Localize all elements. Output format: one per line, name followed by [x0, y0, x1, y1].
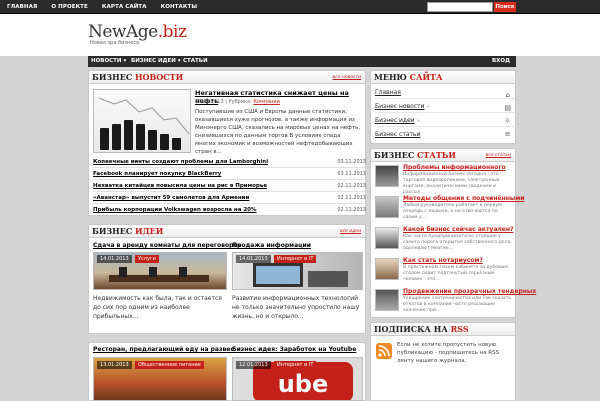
top-nav-about[interactable]: О ПРОЕКТЕ [44, 0, 95, 14]
article-item[interactable]: Какой бизнес сейчас актуален? Как часто … [375, 225, 515, 254]
rss-section-title: ПОДПИСКА НА RSS [374, 324, 469, 334]
articles-section-title: БИЗНЕС СТАТЬИ [374, 150, 456, 160]
all-ideas-link[interactable]: все идеи [340, 229, 361, 234]
article-thumbnail[interactable] [375, 258, 399, 280]
menu-news[interactable]: НОВОСТИ ▾ [91, 56, 126, 67]
top-nav-sitemap[interactable]: КАРТА САЙТА [95, 0, 154, 14]
side-menu-icons: ⌂ ▤ ☼ ≡ [504, 89, 511, 141]
business-ideas-section: БИЗНЕС ИДЕИ все идеи Сдача в аренду комн… [88, 224, 366, 334]
news-row[interactable]: Копеечные винты создают проблемы для Lam… [93, 157, 366, 168]
article-item[interactable]: Как стать нотариусом? В престижном тихом… [375, 256, 515, 285]
news-row[interactable]: Прибыль корпорации Volkswagen возросла н… [93, 205, 366, 216]
news-row[interactable]: Нехватка китайцев повысила цены на рис в… [93, 181, 366, 192]
business-news-section: БИЗНЕС НОВОСТИ все новости Негативная ст… [88, 70, 366, 216]
all-articles-link[interactable]: все статьи [486, 153, 511, 158]
oil-barrels-image[interactable] [93, 89, 191, 153]
idea-card[interactable]: Продажа информации 14.01.2013 Интернет и… [232, 242, 366, 332]
site-logo[interactable]: NewAge.biz [88, 22, 187, 42]
idea-card-category[interactable]: Интернет и IT [274, 361, 317, 369]
idea-card-category[interactable]: Интернет и IT [274, 255, 317, 263]
top-nav-links: ГЛАВНАЯ О ПРОЕКТЕ КАРТА САЙТА КОНТАКТЫ [0, 0, 204, 14]
article-excerpt: Любой руководитель работает в первую оче… [403, 203, 502, 220]
home-icon: ⌂ [505, 91, 510, 99]
side-menu-articles[interactable]: Бизнес статьи [375, 128, 515, 141]
login-link[interactable]: ВХОД [492, 56, 510, 67]
idea-card[interactable]: Ресторан, предлагающий еду на развес 13.… [93, 346, 234, 401]
featured-news-category[interactable]: Компании [253, 99, 279, 105]
idea-card-category[interactable]: Услуги [135, 255, 159, 263]
idea-card-category[interactable]: Общественное питание [135, 361, 204, 369]
business-articles-section: БИЗНЕС СТАТЬИ все статьи Проблемы информ… [370, 148, 536, 318]
top-nav-home[interactable]: ГЛАВНАЯ [0, 0, 44, 14]
rss-icon[interactable] [376, 343, 392, 359]
article-title[interactable]: Методы общения с подчинёнными [403, 195, 524, 202]
article-item[interactable]: Методы общения с подчинёнными Любой руко… [375, 194, 524, 223]
idea-card-title[interactable]: Ресторан, предлагающий еду на развес [93, 346, 234, 353]
idea-card-date: 12.01.2013 [236, 361, 271, 369]
search-button[interactable]: Поиск [494, 2, 516, 12]
idea-card-date: 14.01.2013 [97, 255, 132, 263]
business-ideas-row-2: Ресторан, предлагающий еду на развес 13.… [88, 342, 366, 401]
article-item[interactable]: Проблемы информационного Информационный … [375, 163, 515, 195]
logo-domain: .biz [157, 22, 187, 42]
articles-header: БИЗНЕС СТАТЬИ все статьи [371, 149, 515, 162]
idea-card-title[interactable]: Сдача в аренду комнаты для переговоров [93, 242, 241, 249]
main-menu-bar: НОВОСТИ ▾ БИЗНЕС ИДЕИ ▾ СТАТЬИ ВХОД [88, 56, 516, 67]
search-input[interactable] [427, 2, 493, 12]
idea-card-date: 13.01.2013 [97, 361, 132, 369]
lightbulb-icon: ☼ [504, 117, 511, 125]
rss-description: Если не хотите пропустить новую публикац… [397, 342, 500, 364]
site-menu-section: МЕНЮ САЙТА Главная Бизнес новости » Бизн… [370, 70, 516, 144]
featured-news-excerpt: Поступившие из США и Европы данные стати… [195, 109, 361, 155]
rss-subscribe-section: ПОДПИСКА НА RSS Если не хотите пропустит… [370, 322, 516, 400]
featured-news-meta: 03.11.2013 | Рубрика: Компании [195, 99, 280, 105]
menu-articles[interactable]: СТАТЬИ [183, 56, 208, 67]
article-thumbnail[interactable] [375, 165, 399, 187]
article-title[interactable]: Проблемы информационного [403, 164, 506, 171]
idea-card[interactable]: Сдача в аренду комнаты для переговоров 1… [93, 242, 241, 332]
article-title[interactable]: Как стать нотариусом? [403, 257, 483, 264]
all-news-link[interactable]: все новости [333, 75, 361, 80]
news-row[interactable]: «Аванстар» выпустит 59 самолетов для Арм… [93, 193, 366, 204]
article-title[interactable]: Продвижение прозрачных тендерных [403, 288, 536, 295]
side-menu-news[interactable]: Бизнес новости » [375, 100, 515, 113]
article-excerpt: Ухищрение злотичничества или Так сказать… [403, 296, 512, 313]
article-excerpt: Как часто предприниматели, стоящие у сам… [403, 234, 512, 251]
news-row[interactable]: Facebook планирует покупку BlackBerry 03.… [93, 169, 366, 180]
idea-card-excerpt: Развитие информационных технологий не то… [232, 295, 360, 320]
idea-card-title[interactable]: Бизнес идея: Заработок на Youtube [232, 346, 356, 353]
news-header: БИЗНЕС НОВОСТИ все новости [89, 71, 365, 84]
top-nav-contacts[interactable]: КОНТАКТЫ [154, 0, 205, 14]
article-thumbnail[interactable] [375, 227, 399, 249]
site-menu-header: МЕНЮ САЙТА [371, 71, 515, 84]
site-menu-title: МЕНЮ САЙТА [374, 72, 443, 82]
ideas-header: БИЗНЕС ИДЕИ все идеи [89, 225, 365, 238]
document-icon: ▤ [504, 104, 511, 112]
side-menu-ideas[interactable]: Бизнес идеи » [375, 114, 515, 127]
idea-card-excerpt: Недвижимость как была, так и остается до… [93, 295, 222, 320]
article-thumbnail[interactable] [375, 196, 399, 218]
svg-text:ube: ube [278, 370, 329, 398]
article-excerpt: В престижном тихом кабинете за дубовым с… [403, 265, 508, 282]
news-section-title: БИЗНЕС НОВОСТИ [92, 72, 184, 82]
rss-header: ПОДПИСКА НА RSS [371, 323, 515, 336]
idea-card[interactable]: Бизнес идея: Заработок на Youtube ube 12… [232, 346, 363, 401]
list-icon: ≡ [504, 130, 511, 138]
idea-card-title[interactable]: Продажа информации [232, 242, 311, 249]
idea-card-date: 14.01.2013 [236, 255, 271, 263]
article-item[interactable]: Продвижение прозрачных тендерных Ухищрен… [375, 287, 536, 316]
side-menu-home[interactable]: Главная [375, 86, 515, 99]
logo-name: NewAge [88, 22, 158, 42]
article-title[interactable]: Какой бизнес сейчас актуален? [403, 226, 513, 233]
site-tagline: Новая эра бизнеса [90, 40, 140, 46]
menu-ideas[interactable]: БИЗНЕС ИДЕИ ▾ [131, 56, 181, 67]
article-excerpt: Информационный бизнес сегодня - это торг… [403, 172, 500, 195]
article-thumbnail[interactable] [375, 289, 399, 311]
ideas-section-title: БИЗНЕС ИДЕИ [92, 226, 164, 236]
